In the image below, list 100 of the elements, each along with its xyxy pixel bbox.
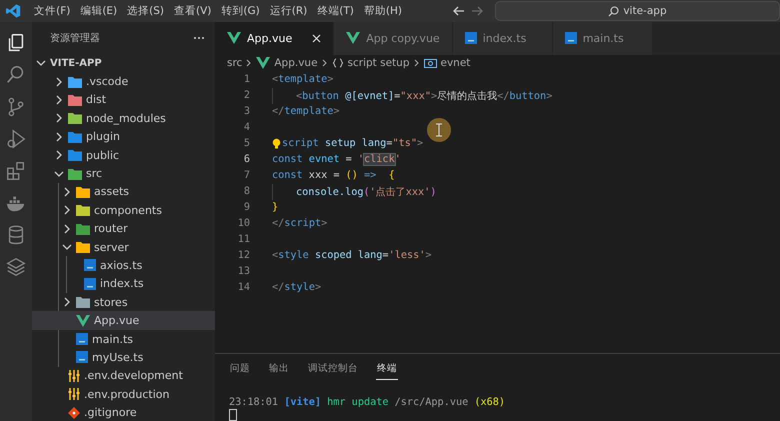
line-number: 8 [242, 186, 250, 198]
lightbulb-icon[interactable] [272, 138, 281, 150]
file-tree-item[interactable]: server [32, 238, 215, 256]
run-debug-icon[interactable] [5, 128, 27, 150]
chevron-right-icon[interactable] [54, 76, 64, 87]
git-file-icon [68, 406, 80, 419]
variable-icon [424, 58, 436, 68]
breadcrumb-item[interactable]: App.vue [274, 57, 318, 70]
chevron-right-icon[interactable] [62, 224, 72, 234]
file-tree-item[interactable]: .gitignore [32, 403, 215, 421]
breadcrumb-item[interactable]: evnet [440, 57, 470, 70]
editor-tab[interactable]: main.ts [552, 22, 653, 55]
panel-tab[interactable]: 调试控制台 [307, 358, 359, 380]
file-tree-item[interactable]: node_modules [32, 109, 215, 128]
line-number: 4 [242, 122, 250, 134]
settings-file-icon [68, 388, 80, 400]
editor-tab[interactable]: App copy.vue [334, 22, 453, 55]
chevron-right-icon[interactable] [62, 205, 72, 216]
chevron-right-icon[interactable] [62, 297, 72, 308]
code-line: <style scoped lang='less'> [272, 250, 432, 262]
chevron-right-icon[interactable] [54, 132, 64, 142]
breadcrumb-item[interactable]: script setup [348, 57, 410, 70]
line-number: 6 [242, 154, 250, 166]
menu-item[interactable]: 查看(V) [169, 2, 216, 20]
file-tree-item[interactable]: .env.development [32, 366, 215, 386]
panel-tab[interactable]: 问题 [229, 358, 251, 380]
typescript-file-icon [564, 32, 577, 44]
file-tree-item[interactable]: .vscode [32, 72, 215, 91]
file-tree-item[interactable]: router [32, 220, 215, 238]
file-tree-item[interactable]: stores [32, 293, 215, 312]
code-line: script setup lang="ts"> [282, 138, 424, 150]
chevron-down-icon[interactable] [54, 168, 64, 179]
chevron-down-icon[interactable] [36, 58, 46, 68]
menu-item[interactable]: 帮助(H) [358, 2, 407, 20]
code-line: <template> [272, 74, 334, 86]
chevron-right-icon[interactable] [54, 150, 64, 160]
file-tree-item[interactable]: dist [32, 90, 215, 110]
code-line: const evnet = 'click' [272, 154, 401, 166]
panel-tab[interactable]: 终端 [376, 358, 398, 380]
chevron-right-icon [414, 59, 420, 68]
file-tree-item[interactable]: components [32, 201, 215, 220]
menu-item[interactable]: 选择(S) [122, 2, 170, 20]
menu-item[interactable]: 终端(T) [312, 2, 359, 20]
chevron-right-icon[interactable] [62, 186, 72, 197]
panel-tab[interactable]: 输出 [268, 358, 290, 380]
file-tree-item[interactable]: axios.ts [32, 256, 215, 275]
code-line: </style> [272, 282, 322, 294]
close-icon[interactable] [312, 34, 322, 43]
chevron-right-icon[interactable] [54, 113, 64, 124]
code-line: </template> [272, 106, 340, 118]
terminal-line: 23:18:01 [vite] hmr update /src/App.vue (x68) [229, 396, 506, 408]
typescript-file-icon [84, 259, 96, 272]
file-tree-item[interactable]: public [32, 146, 215, 164]
layers-icon[interactable] [5, 256, 27, 278]
menu-item[interactable]: 编辑(E) [75, 2, 122, 20]
menu-item[interactable]: 转到(G) [216, 2, 265, 20]
editor-tab[interactable]: index.ts [452, 22, 553, 55]
forward-arrow-icon[interactable] [470, 6, 483, 16]
extensions-icon[interactable] [5, 160, 27, 182]
typescript-file-icon [464, 32, 477, 44]
line-number: 2 [242, 90, 250, 102]
chevron-right-icon [246, 59, 252, 68]
terminal-cursor [229, 408, 237, 421]
line-number: 14 [236, 282, 250, 294]
line-number: 7 [242, 170, 250, 182]
mouse-cursor-icon [427, 118, 451, 142]
line-number: 5 [242, 138, 250, 150]
file-tree-item[interactable]: App.vue [32, 311, 215, 330]
file-tree-item[interactable]: assets [32, 182, 215, 202]
file-tree-item[interactable]: main.ts [32, 330, 215, 348]
file-tree-item[interactable]: .env.production [32, 385, 215, 404]
code-line: </script> [272, 218, 328, 230]
line-number: 13 [236, 266, 250, 278]
app-logo-icon [6, 3, 22, 19]
chevron-right-icon [322, 59, 328, 68]
file-tree-item[interactable]: myUse.ts [32, 348, 215, 367]
more-icon[interactable] [193, 36, 205, 40]
vue-file-icon [227, 32, 241, 44]
editor-tab[interactable]: App.vue [215, 22, 334, 55]
menu-item[interactable]: 文件(F) [29, 2, 76, 20]
file-tree-item[interactable]: plugin [32, 128, 215, 146]
chevron-down-icon[interactable] [62, 242, 72, 252]
vue-file-icon [256, 57, 270, 70]
back-arrow-icon[interactable] [452, 6, 465, 16]
chevron-right-icon[interactable] [54, 94, 64, 105]
settings-file-icon [68, 370, 80, 382]
line-number: 12 [236, 250, 250, 262]
file-tree-item[interactable]: src [32, 164, 215, 183]
vue-file-icon [346, 32, 360, 44]
line-number: 9 [242, 202, 250, 214]
sidebar-title: 资源管理器 [50, 32, 100, 45]
code-line: <button @[evnet]="xxx">尽情的点击我</button> [296, 90, 552, 103]
menu-item[interactable]: 运行(R) [264, 2, 312, 20]
breadcrumb-item[interactable]: src [227, 57, 242, 70]
file-tree-item[interactable]: index.ts [32, 274, 215, 294]
line-number: 3 [242, 106, 250, 118]
code-line: } [272, 202, 278, 214]
search-field[interactable]: vite-app [494, 1, 780, 21]
project-root[interactable]: VITE-APP [32, 54, 215, 72]
typescript-file-icon [84, 278, 96, 290]
